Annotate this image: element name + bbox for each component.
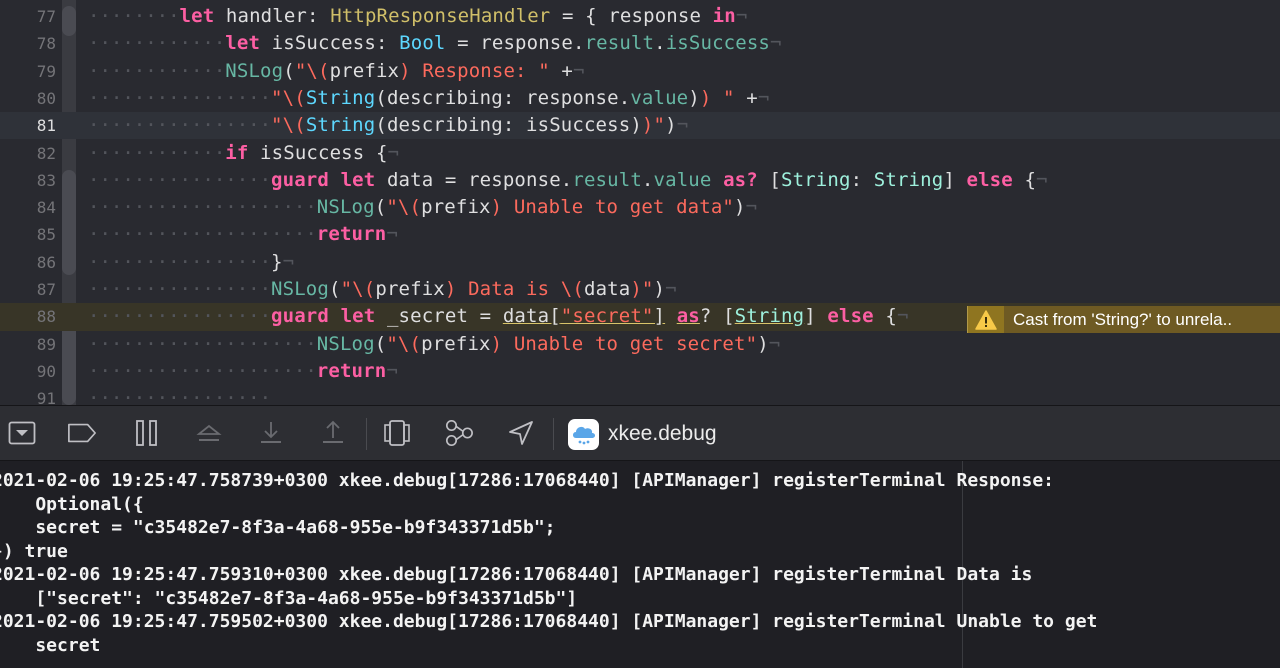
console-line: Optional({ [0,493,144,515]
code-line[interactable]: 80 ················"\(String(describing:… [0,85,1280,112]
code-line[interactable]: 77 ········let handler: HttpResponseHand… [0,3,1280,30]
line-number: 80 [36,88,56,108]
step-into-icon [261,422,281,443]
process-name: xkee.debug [608,422,717,445]
warning-icon [968,306,1004,333]
code-text: ················guard let data = respons… [88,168,1048,191]
code-line[interactable]: 86 ················}¬ [0,249,1280,276]
line-number: 77 [36,7,56,26]
location-icon [509,421,533,445]
console-line: }) true [0,540,68,562]
memory-graph-icon [445,419,473,447]
code-line[interactable]: 91 ················ [0,385,1280,405]
line-number: 89 [36,334,56,354]
step-out-icon [323,420,343,443]
line-number: 87 [36,280,56,299]
breakpoints-icon [68,423,96,443]
code-text: ················}¬ [88,250,295,273]
console-line: 2021-02-06 19:25:47.759310+0300 xkee.deb… [0,564,1033,585]
code-editor[interactable]: 77 ········let handler: HttpResponseHand… [0,0,1280,405]
line-number: 81 [36,116,56,136]
toolbar-separator [553,418,554,450]
hide-console-icon [8,421,36,445]
view-hierarchy-icon [384,420,410,446]
code-text: ············if isSuccess {¬ [88,141,400,164]
code-text: ····················return¬ [88,223,398,246]
code-text: ····················return¬ [88,359,398,382]
step-into-button[interactable] [256,418,286,448]
line-number: 84 [36,198,56,218]
line-number: 88 [36,307,56,327]
console-line: 2021-02-06 19:25:47.758739+0300 xkee.deb… [0,470,1055,491]
code-line[interactable]: 83 ················guard let data = resp… [0,167,1280,194]
line-number: 91 [36,389,56,405]
code-text: ············NSLog("\(prefix) Response: "… [88,59,585,82]
line-number: 78 [36,34,56,54]
code-line[interactable]: 79 ············NSLog("\(prefix) Response… [0,58,1280,85]
code-text: ················ [88,387,272,405]
code-text: ········let handler: HttpResponseHandler… [88,5,748,27]
code-line[interactable]: 78 ············let isSuccess: Bool = res… [0,30,1280,57]
code-text: ················guard let _secret = data… [88,305,909,328]
toolbar-separator [366,418,367,450]
line-number: 85 [36,225,56,245]
pause-icon [136,420,157,446]
view-hierarchy-button[interactable] [382,418,412,448]
step-over-button[interactable] [194,418,224,448]
code-text: ····················NSLog("\(prefix) Una… [88,332,781,355]
app-icon [568,418,599,450]
breakpoints-toggle-button[interactable] [67,418,97,448]
code-line[interactable]: 85 ····················return¬ [0,221,1280,248]
code-line-current[interactable]: 81 ················"\(String(describing:… [0,112,1280,140]
code-line[interactable]: 89 ····················NSLog("\(prefix) … [0,331,1280,358]
code-line[interactable]: 87 ················NSLog("\(prefix) Data… [0,276,1280,303]
pause-button[interactable] [132,418,162,448]
code-text: ············let isSuccess: Bool = respon… [88,32,782,55]
console-log: 2021-02-06 19:25:47.758739+0300 xkee.deb… [0,469,1280,657]
code-text: ····················NSLog("\(prefix) Una… [88,196,758,219]
warning-banner[interactable]: Cast from 'String?' to unrela.. [967,306,1280,333]
code-text: ················"\(String(describing: is… [88,114,689,137]
console-line: secret [0,634,101,656]
memory-graph-button[interactable] [444,418,474,448]
hide-console-button[interactable] [7,418,37,448]
console-line: ["secret": "c35482e7-8f3a-4a68-955e-b9f3… [0,587,578,609]
console-line: 2021-02-06 19:25:47.759502+0300 xkee.deb… [0,611,1098,632]
line-number: 79 [36,61,56,81]
process-selector[interactable]: xkee.debug [568,418,717,450]
step-out-button[interactable] [318,418,348,448]
warning-message: Cast from 'String?' to unrela.. [1013,309,1233,329]
code-text: ················NSLog("\(prefix) Data is… [88,278,677,300]
code-text: ················"\(String(describing: re… [88,86,770,109]
line-number: 90 [36,361,56,381]
debug-console[interactable]: 2021-02-06 19:25:47.758739+0300 xkee.deb… [0,461,1280,668]
simulate-location-button[interactable] [506,418,536,448]
line-number: 83 [36,170,56,190]
code-line[interactable]: 82 ············if isSuccess {¬ [0,140,1280,167]
line-number: 86 [36,252,56,272]
code-line[interactable]: 84 ····················NSLog("\(prefix) … [0,194,1280,221]
console-line: secret = "c35482e7-8f3a-4a68-955e-b9f343… [0,517,556,538]
debug-toolbar: xkee.debug [0,405,1280,461]
line-number: 82 [36,143,56,163]
step-over-icon [196,424,222,441]
code-line[interactable]: 90 ····················return¬ [0,358,1280,385]
